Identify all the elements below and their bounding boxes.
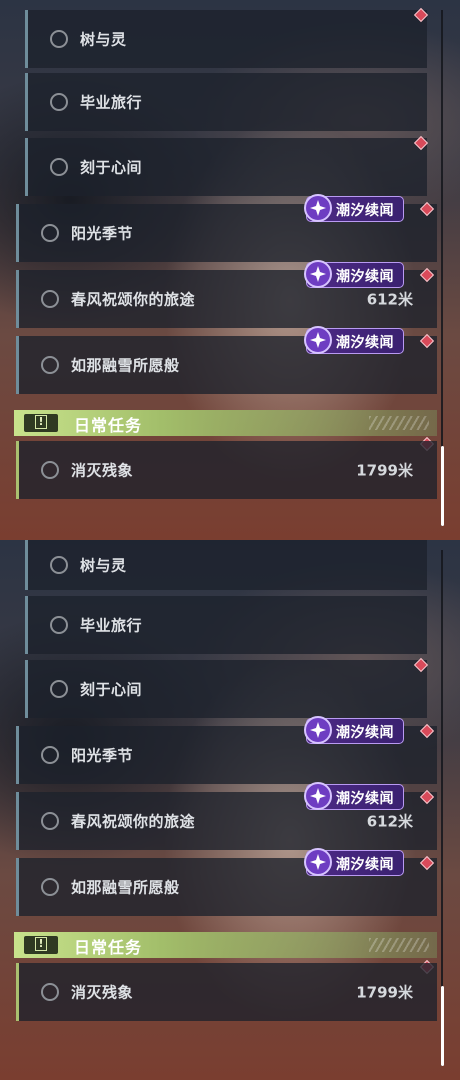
badge-label: 潮汐续闻 [336,791,394,807]
quest-distance: 612米 [366,290,413,309]
badge-label: 潮汐续闻 [336,335,394,351]
daily-quests-header[interactable]: ! 日常任务 [14,410,437,436]
quest-status-circle-icon [41,461,59,479]
tide-echo-badge: 潮汐续闻 [304,782,404,810]
quest-item-tree-spirit[interactable]: 树与灵 [25,10,427,68]
quest-status-circle-icon [50,93,68,111]
header-decoration [369,938,429,952]
quest-status-circle-icon [50,556,68,574]
quest-item-graduation-trip[interactable]: 毕业旅行 [25,596,427,654]
scrollbar-thumb[interactable] [441,446,444,526]
header-decoration [369,416,429,430]
tide-echo-badge: 潮汐续闻 [304,194,404,222]
quest-status-circle-icon [41,812,59,830]
tide-echo-icon [304,782,332,810]
quest-status-circle-icon [50,616,68,634]
quest-panel-bottom: 树与灵 毕业旅行 刻于心间 阳光季节 春风祝颂你的旅途 612米 如那融雪所愿般… [0,540,460,1080]
quest-distance: 612米 [366,812,413,831]
quest-label: 消灭残象 [71,461,134,480]
tide-echo-badge: 潮汐续闻 [304,326,404,354]
quest-label: 如那融雪所愿般 [71,356,180,375]
tide-echo-icon [304,260,332,288]
quest-status-circle-icon [50,680,68,698]
quest-item-graduation-trip[interactable]: 毕业旅行 [25,73,427,131]
quest-label: 如那融雪所愿般 [71,878,180,897]
quest-item-engraved-heart[interactable]: 刻于心间 [25,138,427,196]
quest-distance: 1799米 [356,461,413,480]
quest-item-eliminate-echoes[interactable]: 消灭残象 1799米 [16,963,437,1021]
quest-label: 树与灵 [80,556,127,575]
quest-label: 毕业旅行 [80,93,143,112]
quest-item-tree-spirit[interactable]: 树与灵 [25,540,427,590]
tide-echo-badge: 潮汐续闻 [304,716,404,744]
daily-quests-header[interactable]: ! 日常任务 [14,932,437,958]
tide-echo-badge: 潮汐续闻 [304,260,404,288]
badge-label: 潮汐续闻 [336,725,394,741]
section-title: 日常任务 [74,416,143,435]
quest-label: 刻于心间 [80,680,143,699]
quest-status-circle-icon [41,746,59,764]
tide-echo-icon [304,194,332,222]
quest-status-circle-icon [41,356,59,374]
quest-status-circle-icon [50,158,68,176]
quest-status-circle-icon [41,224,59,242]
badge-label: 潮汐续闻 [336,857,394,873]
quest-label: 春风祝颂你的旅途 [71,290,196,309]
badge-label: 潮汐续闻 [336,269,394,285]
section-title: 日常任务 [74,938,143,957]
quest-label: 树与灵 [80,30,127,49]
tide-echo-icon [304,326,332,354]
quest-status-circle-icon [50,30,68,48]
quest-label: 阳光季节 [71,746,134,765]
quest-item-engraved-heart[interactable]: 刻于心间 [25,660,427,718]
quest-status-circle-icon [41,878,59,896]
exclamation-box-icon: ! [24,936,58,954]
quest-panel-top: 树与灵 毕业旅行 刻于心间 阳光季节 春风祝颂你的旅途 612米 如那融雪所愿般… [0,0,460,540]
quest-label: 毕业旅行 [80,616,143,635]
quest-label: 春风祝颂你的旅途 [71,812,196,831]
tide-echo-icon [304,716,332,744]
quest-status-circle-icon [41,290,59,308]
quest-status-circle-icon [41,983,59,1001]
quest-label: 刻于心间 [80,158,143,177]
quest-label: 阳光季节 [71,224,134,243]
exclamation-box-icon: ! [24,414,58,432]
tide-echo-badge: 潮汐续闻 [304,848,404,876]
scrollbar-thumb[interactable] [441,986,444,1066]
quest-item-eliminate-echoes[interactable]: 消灭残象 1799米 [16,441,437,499]
quest-label: 消灭残象 [71,983,134,1002]
badge-label: 潮汐续闻 [336,203,394,219]
tide-echo-icon [304,848,332,876]
quest-distance: 1799米 [356,983,413,1002]
